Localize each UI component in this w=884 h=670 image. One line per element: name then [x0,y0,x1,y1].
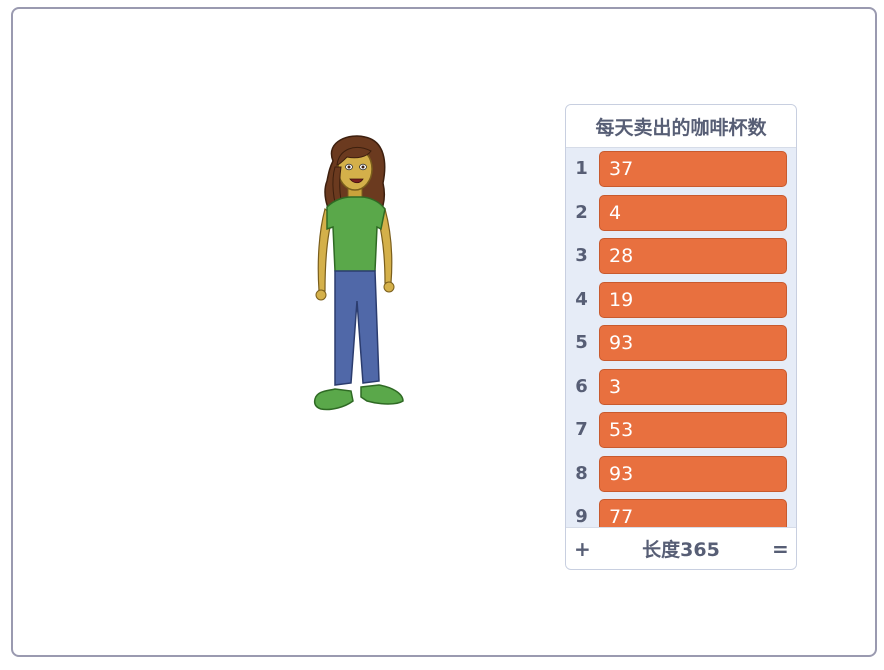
list-item-index: 7 [575,419,588,441]
list-monitor[interactable]: 每天卖出的咖啡杯数 1 37 2 4 3 28 4 19 5 93 6 3 7 … [565,104,797,570]
list-items[interactable]: 1 37 2 4 3 28 4 19 5 93 6 3 7 53 8 93 9 … [566,147,796,527]
stage: 每天卖出的咖啡杯数 1 37 2 4 3 28 4 19 5 93 6 3 7 … [11,7,877,657]
list-item-index: 1 [575,158,588,180]
list-title: 每天卖出的咖啡杯数 [566,105,796,148]
list-item-value[interactable]: 37 [599,151,787,187]
list-item: 6 3 [566,365,796,409]
list-item-value[interactable]: 4 [599,194,787,231]
list-item-index: 9 [575,506,588,527]
list-footer: + 长度365 = [566,527,796,569]
list-item-index: 2 [575,201,588,223]
list-item-index: 4 [575,288,588,310]
list-item-value[interactable]: 3 [599,368,787,405]
list-item-value[interactable]: 93 [599,455,787,492]
resize-handle[interactable]: = [772,537,789,561]
list-item: 5 93 [566,321,796,365]
list-item-index: 3 [575,245,588,267]
girl-sprite[interactable] [305,131,410,429]
list-length: 长度365 [642,539,720,561]
list-item: 4 19 [566,278,796,322]
add-item-button[interactable]: + [574,537,591,561]
list-item-index: 6 [575,375,588,397]
list-item-index: 5 [575,332,588,354]
list-item: 3 28 [566,234,796,278]
list-item-value[interactable]: 93 [599,325,787,361]
list-item: 9 77 [566,495,796,527]
list-item-value[interactable]: 53 [599,412,787,448]
list-item: 7 53 [566,408,796,452]
list-item: 2 4 [566,191,796,235]
list-item-value[interactable]: 77 [599,499,787,527]
list-item: 1 37 [566,147,796,191]
list-item-index: 8 [575,462,588,484]
list-item-value[interactable]: 28 [599,238,787,274]
list-item-value[interactable]: 19 [599,281,787,318]
list-item: 8 93 [566,452,796,496]
